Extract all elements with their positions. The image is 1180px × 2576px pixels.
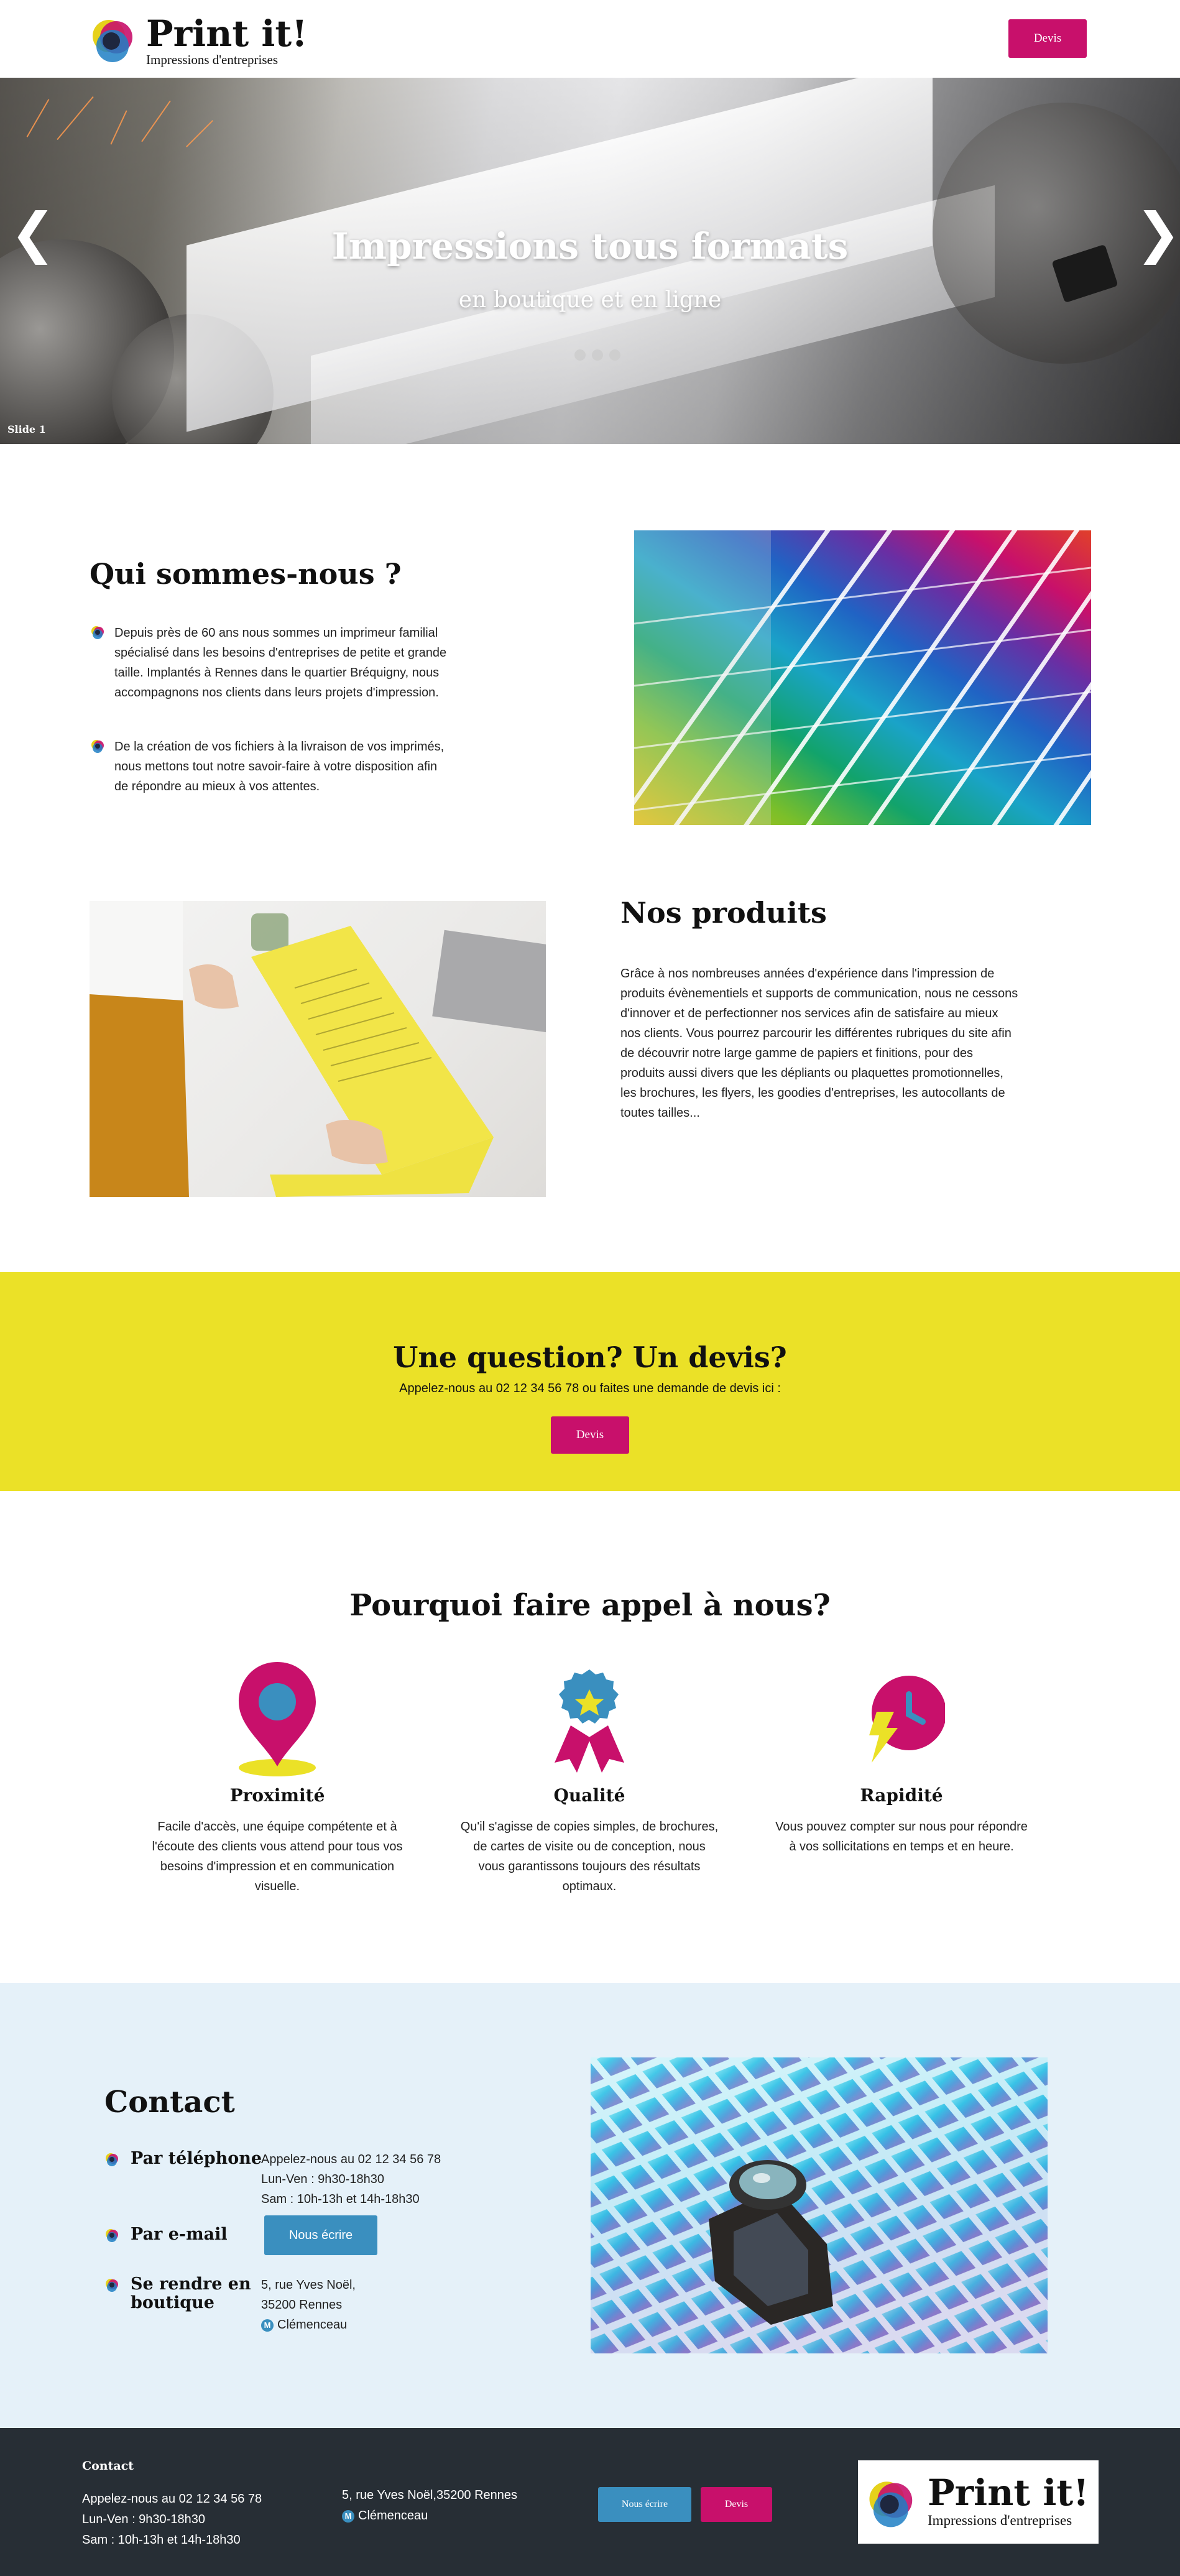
footer-address: 5, rue Yves Noël,35200 Rennes <box>342 2488 518 2502</box>
feature-title: Rapidité <box>860 1785 943 1806</box>
contact-title: Contact <box>104 2085 235 2120</box>
contact-phone-label: Par téléphone <box>131 2149 262 2168</box>
clock-lightning-icon <box>869 1676 945 1763</box>
footer-address-info: 5, rue Yves Noël,35200 Rennes M Clémencea… <box>342 2485 517 2526</box>
site-footer: Contact Appelez-nous au 02 12 34 56 78 L… <box>0 2428 1180 2576</box>
carousel-indicators <box>574 349 620 361</box>
footer-logo-tagline: Impressions d'entreprises <box>928 2513 1072 2528</box>
products-title: Nos produits <box>620 896 827 930</box>
footer-logo-name: Print it! <box>928 2472 1089 2514</box>
write-us-button[interactable]: Nous écrire <box>264 2215 377 2255</box>
footer-hours-line: Sam : 10h-13h et 14h-18h30 <box>82 2533 241 2547</box>
carousel-dot-2[interactable] <box>592 349 603 361</box>
contact-address: 5, rue Yves Noël, 35200 Rennes M Clémence… <box>261 2275 356 2335</box>
feature-proximite: Proximité Facile d'accès, une équipe com… <box>147 1657 408 1896</box>
feature-title: Qualité <box>553 1785 625 1806</box>
color-grid-illustration <box>591 2057 1048 2353</box>
why-title: Pourquoi faire appel à nous? <box>349 1588 831 1623</box>
about-item-2: De la création de vos fichiers à la livr… <box>114 740 445 793</box>
visit-label-line-1: Se rendre en <box>131 2274 251 2294</box>
feature-qualite: Qualité Qu'il s'agisse de copies simples… <box>459 1657 720 1896</box>
logo[interactable]: Print it! Impressions d'entreprises <box>89 14 308 67</box>
hero-subtitle: en boutique et en ligne <box>458 287 722 313</box>
footer-write-us-button[interactable]: Nous écrire <box>598 2487 691 2522</box>
quote-cta-banner: Une question? Un devis? Appelez-nous au … <box>0 1272 1180 1491</box>
hero-carousel: ❮ ❯ Impressions tous formats en boutique… <box>0 78 1180 444</box>
brochure-illustration <box>90 901 546 1197</box>
loupe-on-color-chart-photo <box>591 2057 1048 2353</box>
cta-quote-button[interactable]: Devis <box>551 1416 629 1454</box>
phone-line: Appelez-nous au 02 12 34 56 78 <box>261 2153 441 2166</box>
hero-title: Impressions tous formats <box>331 225 849 267</box>
contact-phone-info: Appelez-nous au 02 12 34 56 78 Lun-Ven :… <box>261 2149 441 2209</box>
brochure-photo <box>90 901 546 1197</box>
cta-title: Une question? Un devis? <box>393 1341 787 1374</box>
cmy-bullet-icon <box>106 2279 118 2292</box>
carousel-dot-1[interactable] <box>574 349 586 361</box>
visit-label-line-2: boutique <box>131 2293 214 2312</box>
cmy-circles-logo-icon <box>869 2481 913 2528</box>
about-item-1: Depuis près de 60 ans nous sommes un imp… <box>114 626 447 699</box>
hours-line: Sam : 10h-13h et 14h-18h30 <box>261 2192 420 2206</box>
cmy-bullet-icon <box>91 626 104 639</box>
feature-text: Vous pouvez compter sur nous pour répond… <box>775 1820 1028 1854</box>
cmy-bullet-icon <box>91 740 104 753</box>
hours-line: Lun-Ven : 9h30-18h30 <box>261 2172 384 2186</box>
logo-tagline: Impressions d'entreprises <box>146 52 278 67</box>
contact-email-label: Par e-mail <box>131 2225 228 2244</box>
address-line: 5, rue Yves Noël, <box>261 2278 356 2292</box>
cmy-bullet-icon <box>106 2229 118 2242</box>
about-title: Qui sommes-nous ? <box>90 557 402 591</box>
color-fan-illustration <box>634 530 1091 825</box>
logo-name: Print it! <box>146 12 308 55</box>
footer-logo[interactable]: Print it! Impressions d'entreprises <box>858 2460 1099 2544</box>
footer-title: Contact <box>82 2459 134 2473</box>
footer-metro-line: M Clémenceau <box>342 2506 517 2526</box>
header-quote-button[interactable]: Devis <box>1008 19 1087 58</box>
metro-icon: M <box>261 2319 274 2332</box>
feature-text: Qu'il s'agisse de copies simples, de bro… <box>460 1820 719 1893</box>
cmy-circles-logo-icon <box>93 20 132 62</box>
footer-hours-line: Lun-Ven : 9h30-18h30 <box>82 2513 205 2526</box>
carousel-dot-3[interactable] <box>609 349 620 361</box>
cmy-bullet-icon <box>106 2153 118 2166</box>
award-ribbon-icon <box>555 1669 624 1773</box>
site-header: Print it! Impressions d'entreprises Devi… <box>0 0 1180 78</box>
feature-text: Facile d'accès, une équipe compétente et… <box>152 1820 403 1893</box>
metro-station: Clémenceau <box>277 2318 348 2332</box>
feature-title: Proximité <box>229 1785 325 1806</box>
contact-visit-label: Se rendre en boutique <box>131 2275 251 2312</box>
cta-text: Appelez-nous au 02 12 34 56 78 ou faites… <box>399 1382 781 1395</box>
feature-rapidite: Rapidité Vous pouvez compter sur nous po… <box>771 1657 1032 1857</box>
color-swatches-photo <box>634 530 1091 825</box>
footer-metro-station: Clémenceau <box>358 2509 428 2523</box>
metro-line: M Clémenceau <box>261 2315 356 2335</box>
contact-section: Contact Par téléphone Appelez-nous au 02… <box>0 1983 1180 2428</box>
footer-quote-button[interactable]: Devis <box>701 2487 772 2522</box>
map-pin-icon <box>239 1662 316 1776</box>
footer-phone-info: Appelez-nous au 02 12 34 56 78 Lun-Ven :… <box>82 2489 262 2551</box>
footer-phone-line: Appelez-nous au 02 12 34 56 78 <box>82 2492 262 2506</box>
slide-label: Slide 1 <box>7 423 46 435</box>
products-text: Grâce à nos nombreuses années d'expérien… <box>620 967 1018 1120</box>
metro-icon: M <box>342 2509 354 2523</box>
address-line: 35200 Rennes <box>261 2298 343 2312</box>
